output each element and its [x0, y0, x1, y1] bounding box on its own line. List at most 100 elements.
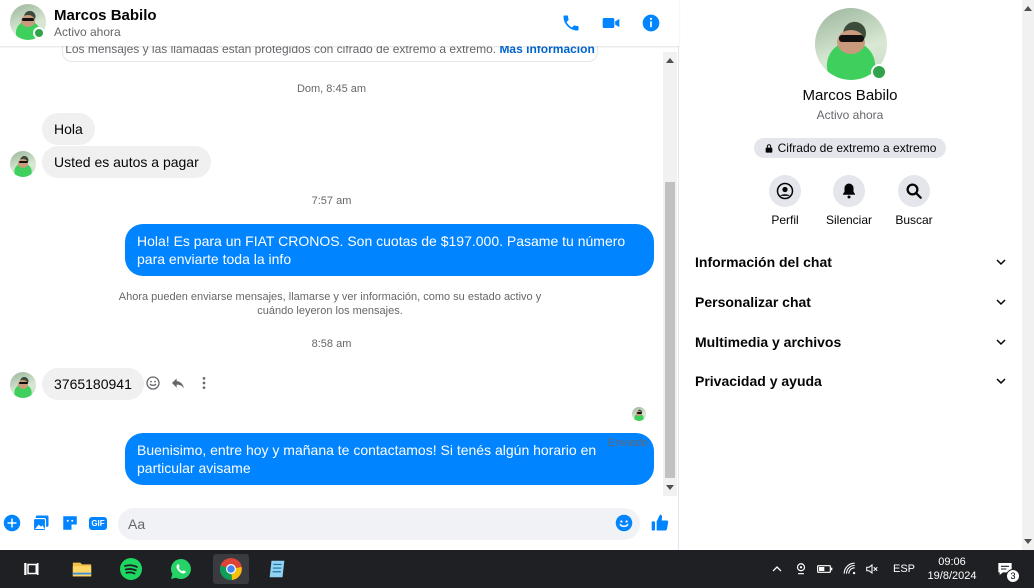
bell-icon	[843, 183, 855, 199]
sticker-button[interactable]	[60, 513, 80, 533]
section-chat-info[interactable]: Información del chat	[695, 250, 1007, 274]
task-view-button[interactable]	[16, 554, 46, 584]
emoji-icon	[615, 514, 633, 532]
smiley-icon	[146, 376, 160, 390]
conversation-info-button[interactable]	[639, 11, 663, 35]
attach-photo-button[interactable]	[31, 513, 51, 533]
reply-icon	[172, 378, 184, 389]
section-privacy-help[interactable]: Privacidad y ayuda	[695, 369, 1007, 393]
file-explorer-button[interactable]	[67, 554, 97, 584]
video-call-button[interactable]	[599, 11, 623, 35]
chevron-down-icon	[996, 299, 1006, 306]
chat-header: Marcos Babilo Activo ahora	[0, 0, 679, 46]
section-label: Multimedia y archivos	[695, 334, 842, 350]
section-label: Personalizar chat	[695, 294, 811, 310]
whatsapp-icon	[171, 559, 191, 579]
message-outgoing[interactable]: Buenisimo, entre hoy y mañana te contact…	[125, 433, 654, 485]
more-options-button[interactable]	[195, 374, 213, 392]
message-incoming[interactable]: Usted es autos a pagar	[42, 146, 211, 178]
scroll-down-arrow[interactable]	[666, 485, 674, 490]
profile-action-label: Perfil	[771, 213, 799, 227]
notification-count-badge: 3	[1006, 569, 1020, 583]
activity-notice: Ahora pueden enviarse mensajes, llamarse…	[118, 291, 542, 317]
wifi-tray-button[interactable]	[841, 560, 859, 578]
chrome-button[interactable]	[213, 554, 249, 584]
photo-icon	[32, 515, 49, 532]
search-action[interactable]: Buscar	[879, 175, 949, 227]
sender-avatar	[10, 151, 36, 177]
video-camera-icon	[602, 18, 620, 28]
encryption-banner-text: Los mensajes y las llamadas están proteg…	[65, 46, 497, 56]
info-icon	[642, 14, 660, 32]
show-hidden-icons-button[interactable]	[768, 560, 786, 578]
reply-button[interactable]	[169, 374, 187, 392]
wifi-icon	[843, 562, 856, 575]
profile-action[interactable]: Perfil	[750, 175, 820, 227]
battery-tray-button[interactable]	[816, 560, 834, 578]
spotify-button[interactable]	[116, 554, 146, 584]
more-info-link[interactable]: Más información	[499, 46, 594, 56]
webcam-icon	[796, 563, 806, 575]
notes-app-button[interactable]	[262, 554, 292, 584]
lock-icon	[765, 143, 772, 153]
contact-name[interactable]: Marcos Babilo	[54, 7, 157, 24]
chevron-down-icon	[996, 378, 1006, 385]
gif-button[interactable]: GIF	[88, 513, 108, 533]
volume-tray-button[interactable]	[863, 560, 881, 578]
whatsapp-button[interactable]	[166, 554, 196, 584]
plus-circle-icon	[3, 514, 21, 532]
sent-status: Enviado	[608, 437, 648, 449]
seen-receipt-avatar	[632, 407, 646, 421]
chevron-down-icon	[996, 259, 1006, 266]
like-button[interactable]	[650, 513, 670, 533]
webcam-tray-button[interactable]	[792, 560, 810, 578]
info-scrollbar[interactable]	[1022, 0, 1034, 550]
encryption-badge-label: Cifrado de extremo a extremo	[777, 141, 937, 155]
message-outgoing[interactable]: Hola! Es para un FIAT CRONOS. Son cuotas…	[125, 224, 654, 276]
timestamp: 8:58 am	[311, 338, 352, 350]
input-language[interactable]: ESP	[893, 563, 915, 575]
encryption-badge[interactable]: Cifrado de extremo a extremo	[754, 138, 946, 158]
sender-avatar	[10, 372, 36, 398]
online-indicator	[33, 27, 45, 39]
contact-status: Activo ahora	[54, 25, 121, 39]
message-list[interactable]: Los mensajes y las llamadas están proteg…	[0, 46, 663, 496]
spotify-icon	[120, 558, 142, 580]
voice-call-button[interactable]	[559, 11, 583, 35]
message-input[interactable]	[118, 508, 640, 540]
scroll-down-arrow[interactable]	[1024, 539, 1032, 544]
section-media-files[interactable]: Multimedia y archivos	[695, 330, 1007, 354]
chrome-icon	[219, 558, 242, 581]
message-incoming[interactable]: Hola	[42, 113, 95, 145]
mute-action[interactable]: Silenciar	[814, 175, 884, 227]
timestamp: 7:57 am	[311, 195, 352, 207]
online-indicator	[871, 64, 887, 80]
notepad-icon	[269, 560, 285, 578]
emoji-button[interactable]	[614, 513, 634, 533]
scrollbar-thumb[interactable]	[665, 182, 675, 478]
chat-scrollbar[interactable]	[663, 52, 677, 496]
phone-icon	[563, 15, 579, 31]
message-incoming[interactable]: 3765180941	[42, 368, 144, 400]
clock[interactable]: 09:06 19/8/2024	[924, 555, 980, 583]
scroll-up-arrow[interactable]	[666, 58, 674, 63]
more-actions-button[interactable]	[2, 513, 22, 533]
messenger-window: Marcos Babilo Activo ahora Los mensajes …	[0, 0, 1034, 550]
clock-time: 09:06	[938, 556, 966, 568]
react-button[interactable]	[144, 374, 162, 392]
clock-date: 19/8/2024	[927, 570, 977, 582]
section-customize-chat[interactable]: Personalizar chat	[695, 290, 1007, 314]
windows-taskbar: ESP 09:06 19/8/2024 3	[0, 550, 1034, 588]
mute-action-label: Silenciar	[825, 213, 873, 227]
info-contact-name: Marcos Babilo	[802, 87, 898, 104]
chat-pane: Marcos Babilo Activo ahora Los mensajes …	[0, 0, 679, 550]
battery-icon	[817, 565, 833, 573]
chevron-up-icon	[772, 566, 782, 572]
sticker-icon	[63, 516, 77, 530]
scroll-up-arrow[interactable]	[1024, 6, 1032, 11]
encryption-banner: Los mensajes y las llamadas están proteg…	[62, 46, 598, 62]
gif-icon: GIF	[89, 516, 107, 530]
search-action-label: Buscar	[895, 213, 933, 227]
volume-muted-icon	[866, 563, 878, 575]
composer: GIF	[0, 504, 679, 544]
